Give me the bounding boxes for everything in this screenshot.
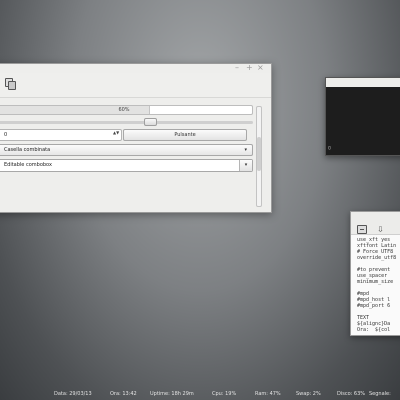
spinbox-value: 0 — [4, 132, 8, 138]
slider-track[interactable] — [0, 121, 253, 124]
copy-icon[interactable] — [5, 78, 17, 90]
config-editor-window: ⇩ use_xft yes xftfont Latin # Force UTF8 ov… — [350, 211, 400, 336]
terminal-titlebar[interactable] — [326, 78, 400, 87]
spinbox[interactable]: 0 ▲▼ — [0, 129, 122, 141]
widget-panel: 60% 0 ▲▼ Pulsante Casella combinata ▾ Ed… — [0, 99, 259, 211]
push-button[interactable]: Pulsante — [123, 129, 247, 141]
combobox-value: Casella combinata — [4, 147, 51, 153]
minimize-button[interactable]: – — [235, 63, 239, 73]
editable-combobox-value[interactable]: Editable combobox — [4, 160, 52, 171]
status-cpu: Cpu: 19% — [212, 391, 237, 397]
statusbar: Data: 29/03/13 Ora: 13:42 Uptime: 18h 29… — [0, 388, 400, 400]
terminal-window[interactable]: ▯ — [325, 77, 400, 156]
desktop: – + × 60% 0 ▲▼ Pulsante Casella combinat… — [0, 0, 400, 400]
progress-bar: 60% — [0, 105, 253, 115]
status-swap: Swap: 2% — [296, 391, 321, 397]
scrollbar-thumb[interactable] — [257, 137, 261, 171]
spinbox-arrows-icon[interactable]: ▲▼ — [113, 131, 119, 139]
download-icon[interactable]: ⇩ — [377, 225, 384, 234]
editor-line: Ora: ${col — [357, 327, 391, 333]
chevron-down-icon: ▾ — [244, 147, 247, 153]
status-signal: Segnale: — [369, 391, 391, 397]
combobox[interactable]: Casella combinata ▾ — [0, 144, 253, 156]
status-uptime: Uptime: 18h 29m — [150, 391, 194, 397]
slider-handle[interactable] — [144, 118, 157, 126]
status-date: Data: 29/03/13 — [54, 391, 92, 397]
window-titlebar[interactable]: – + × — [0, 63, 271, 73]
close-button[interactable]: × — [257, 63, 264, 73]
widget-demo-window: – + × 60% 0 ▲▼ Pulsante Casella combinat… — [0, 63, 272, 213]
status-time: Ora: 13:42 — [110, 391, 137, 397]
status-disk: Disco: 63% — [337, 391, 366, 397]
editor-line: override_utf8 — [357, 255, 397, 261]
status-ram: Ram: 47% — [255, 391, 281, 397]
terminal-icon[interactable] — [357, 225, 367, 234]
editor-text-area[interactable]: use_xft yes xftfont Latin # Force UTF8 over… — [357, 237, 400, 335]
progress-label: 60% — [118, 107, 130, 113]
chevron-down-icon[interactable]: ▾ — [239, 160, 252, 171]
editable-combobox[interactable]: Editable combobox ▾ — [0, 159, 253, 172]
toolbar — [0, 73, 271, 98]
vertical-scrollbar[interactable] — [256, 106, 262, 207]
maximize-button[interactable]: + — [246, 63, 253, 73]
editor-toolbar: ⇩ — [351, 212, 400, 235]
terminal-cursor: ▯ — [328, 145, 332, 151]
